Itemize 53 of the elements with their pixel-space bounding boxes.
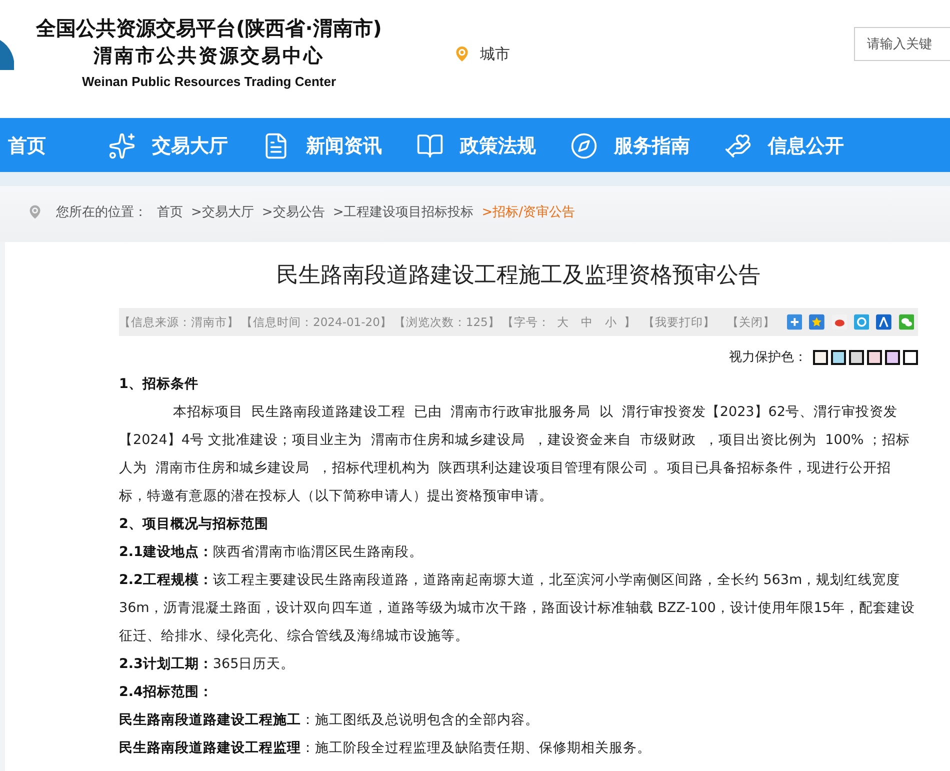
nav-item[interactable]: 信息公开 [768, 133, 844, 159]
paragraph: 2.3计划工期：365日历天。 [119, 655, 296, 674]
article-title: 民生路南段道路建设工程施工及监理资格预审公告 [276, 262, 762, 290]
breadcrumb-link[interactable]: >交易大厅 [191, 203, 254, 221]
breadcrumb-link[interactable]: >工程建设项目招标投标 [332, 203, 474, 221]
font-size-label: 【字号： [502, 314, 550, 330]
site-title: 全国公共资源交易平台(陕西省·渭南市) [36, 15, 382, 42]
site-english-title: Weinan Public Resources Trading Center [82, 74, 336, 89]
search-field[interactable]: 请输入关键 [854, 27, 950, 61]
section-heading: 1、招标条件 [119, 375, 200, 394]
share-icon[interactable] [876, 314, 892, 330]
color-swatch[interactable] [831, 350, 846, 364]
color-swatch[interactable] [867, 350, 882, 364]
book-icon [416, 132, 444, 160]
compass-icon [570, 132, 598, 160]
eye-care-label: 视力保护色： [729, 349, 807, 366]
sparkle-icon [108, 132, 136, 160]
share-icon[interactable] [809, 314, 825, 330]
nav-item[interactable]: 新闻资讯 [306, 133, 382, 159]
city-selector[interactable]: 城市 [480, 44, 510, 64]
breadcrumb-link[interactable]: >交易公告 [262, 203, 325, 221]
color-swatch[interactable] [813, 350, 828, 364]
section-heading: 2、项目概况与招标范围 [119, 515, 270, 534]
paragraph: 2.2工程规模：该工程主要建设民生路南段道路，道路南起南塬大道，北至滨河小学南侧区间路，全长约 563m，规划红线宽度36m，沥青混凝土路面，设计双向四车道，道路等级为城市次干路，路面设计标准轴载 BZZ-100，设计使用年限15年，配套建设征迁、给排水、绿化亮化、综合管线及海绵城市设施等。 [119, 571, 916, 646]
info-text: 【信息时间：2024-01-20】 [241, 314, 392, 330]
breadcrumb-label: 您所在的位置： [56, 204, 147, 221]
paragraph: 民生路南段道路建设工程施工：施工图纸及总说明包含的全部内容。 [119, 711, 540, 730]
font-size-link[interactable]: 小 [604, 314, 617, 330]
breadcrumb-link[interactable]: >招标/资审公告 [482, 203, 575, 221]
share-icon[interactable] [786, 314, 802, 330]
info-text: 【信息来源：渭南市】 [119, 314, 240, 330]
breadcrumb-link[interactable]: 首页 [157, 203, 183, 221]
bracket-text: 】 [624, 314, 636, 330]
color-swatch[interactable] [903, 350, 918, 364]
section-heading: 2.4招标范围： [119, 683, 214, 702]
font-size-link[interactable]: 大 [556, 314, 569, 330]
nav-item[interactable]: 政策法规 [460, 133, 536, 159]
action-link[interactable]: 【关闭】 [726, 314, 775, 330]
font-size-link[interactable]: 中 [580, 314, 593, 330]
share-icon[interactable] [898, 314, 914, 330]
color-swatch[interactable] [885, 350, 900, 364]
nav-item[interactable]: 交易大厅 [152, 133, 228, 159]
paragraph: 2.1建设地点：陕西省渭南市临渭区民生路南段。 [119, 543, 424, 562]
color-swatch[interactable] [849, 350, 864, 364]
nav-item[interactable]: 服务指南 [614, 133, 690, 159]
hand-heart-icon [724, 132, 752, 160]
action-link[interactable]: 【我要打印】 [642, 314, 715, 330]
nav-item[interactable]: 首页 [8, 133, 46, 159]
share-icon[interactable] [854, 314, 870, 330]
site-subtitle: 渭南市公共资源交易中心 [94, 44, 324, 69]
info-text: 【浏览次数：125】 [394, 314, 500, 330]
paragraph: 民生路南段道路建设工程监理：施工阶段全过程监理及缺陷责任期、保修期相关服务。 [119, 739, 652, 758]
paragraph: 本招标项目 民生路南段道路建设工程 已由 渭南市行政审批服务局 以 渭行审投资发【2023】62号、渭行审投资发【2024】4号 文批准建设；项目业主为 渭南市住房和城乡建设局 ，建设资金来自 市级财政 ，项目出资比例为 100% ；招标人为 渭南市住房和城乡建设局 ，招标代理机构为 陕西琪利达建设项目管理有限公司 。项目已具备招标条件，现进行公开招标，特邀有意愿的潜在投标人（以下简称申请人）提出资格预审申请。 [119, 403, 912, 506]
